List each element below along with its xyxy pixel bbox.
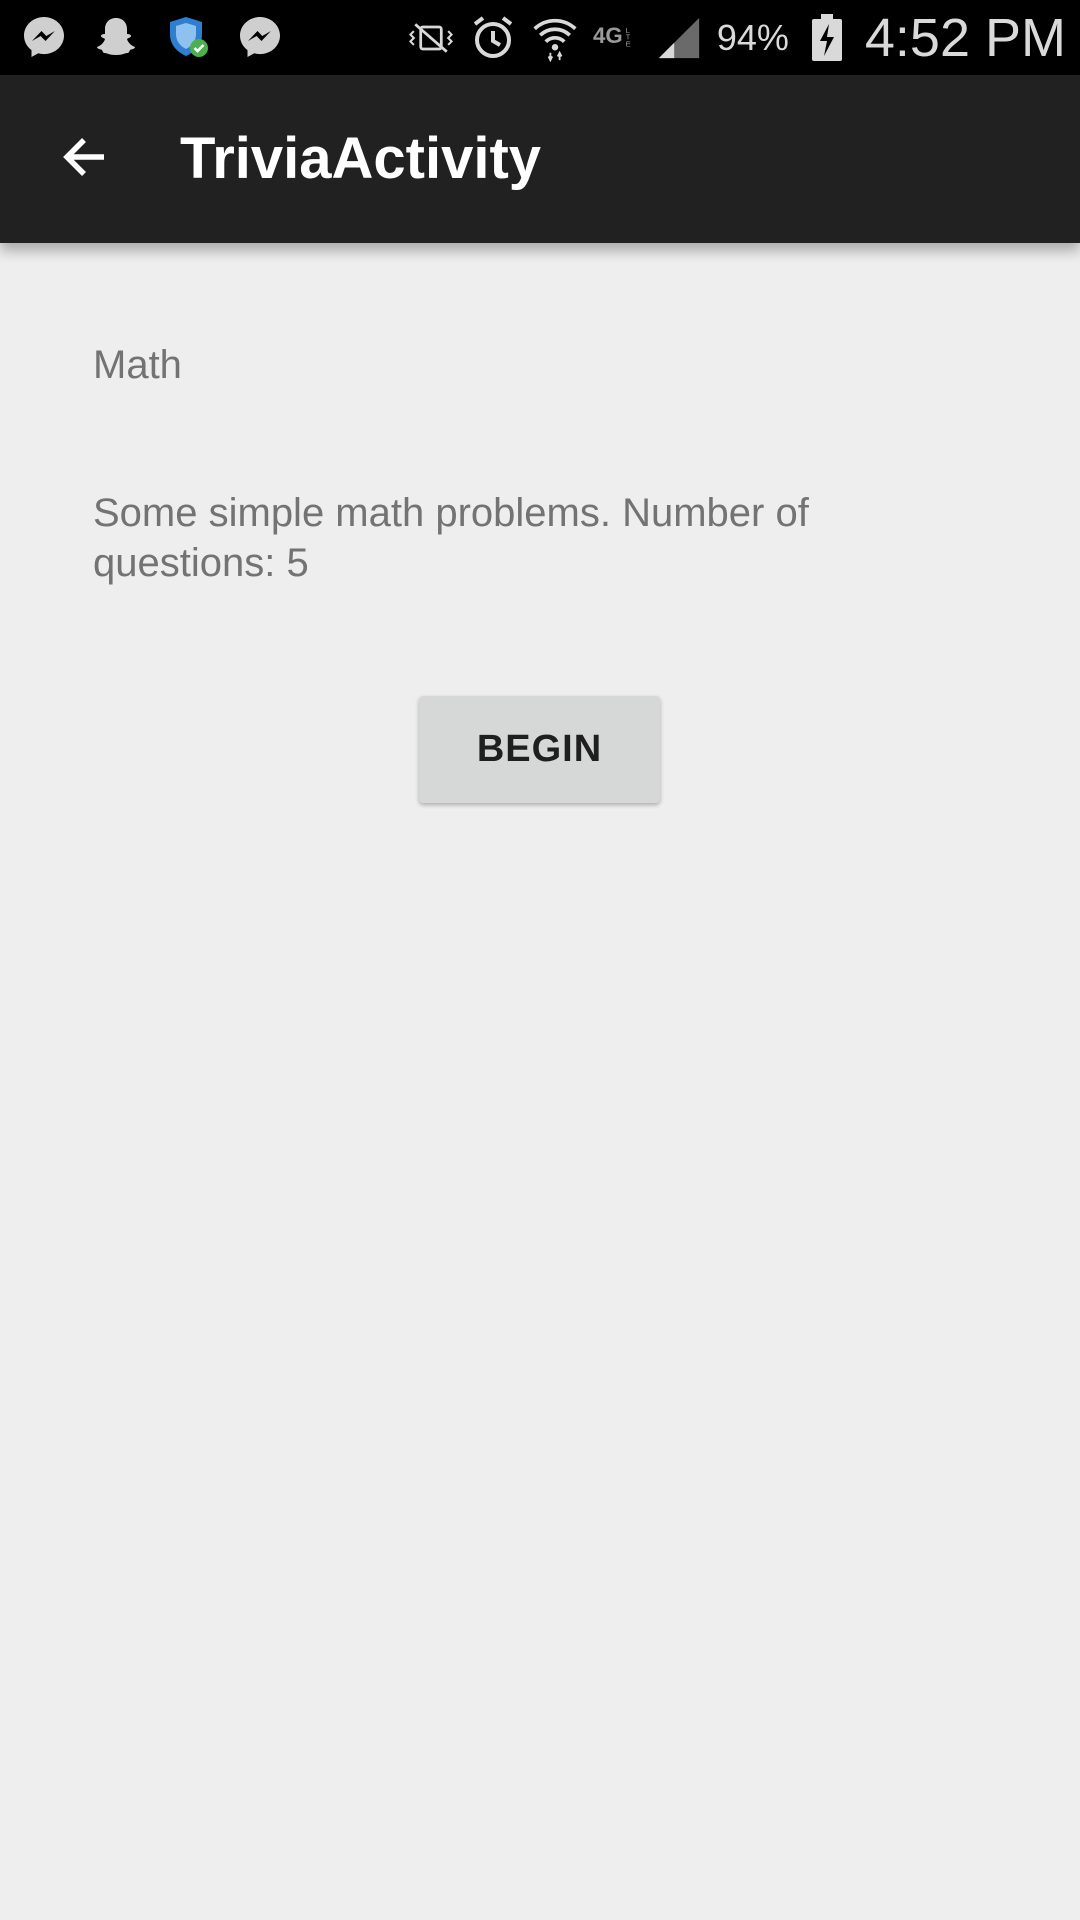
4g-lte-icon: 4G L T E [593, 14, 641, 62]
notification-icons [20, 12, 284, 62]
app-bar: TriviaActivity [0, 75, 1080, 243]
snapchat-icon [92, 13, 140, 61]
back-button[interactable] [38, 113, 130, 205]
page-title: TriviaActivity [180, 126, 542, 191]
alarm-icon [469, 14, 517, 62]
messenger-icon [20, 13, 68, 61]
begin-button[interactable]: BEGIN [419, 696, 660, 803]
vibrate-mute-icon [407, 14, 455, 62]
category-title: Math [93, 343, 182, 387]
wifi-icon [531, 14, 579, 62]
svg-text:4G: 4G [593, 23, 623, 48]
svg-text:E: E [625, 39, 630, 48]
clock: 4:52 PM [864, 7, 1066, 68]
trivia-content: Math Some simple math problems. Number o… [0, 243, 1080, 1920]
system-status: 4G L T E 94% 4:52 PM [407, 0, 1066, 75]
battery-charging-icon [803, 13, 851, 62]
arrow-left-icon [59, 132, 109, 187]
messenger-icon [236, 13, 284, 61]
shield-check-icon [164, 13, 212, 61]
status-bar: 4G L T E 94% 4:52 PM [0, 0, 1080, 75]
battery-percent: 94% [716, 16, 789, 58]
category-description: Some simple math problems. Number of que… [93, 491, 809, 585]
signal-icon [655, 14, 703, 62]
